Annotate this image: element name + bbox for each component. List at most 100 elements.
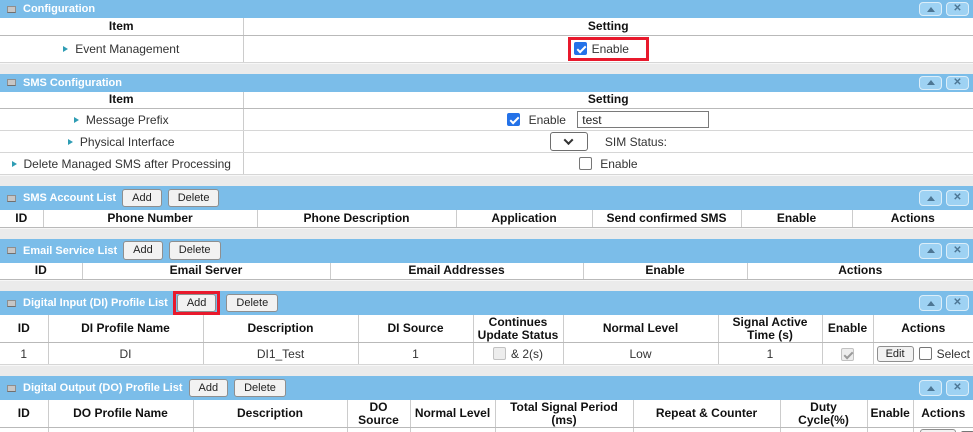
collapse-button[interactable] — [919, 76, 942, 90]
di-normal-level: Low — [563, 343, 718, 365]
table-row: Event Management Enable — [0, 35, 973, 62]
column-header: ID — [0, 400, 48, 428]
configuration-header: Configuration ✕ — [0, 0, 973, 18]
di-continues-update-checkbox — [493, 347, 506, 360]
column-header: Duty Cycle(%) — [780, 400, 867, 428]
message-prefix-label: Message Prefix — [86, 113, 169, 127]
column-header: Total Signal Period (ms) — [495, 400, 633, 428]
chevron-down-icon — [564, 135, 574, 145]
column-header: Phone Number — [43, 210, 257, 227]
message-prefix-input[interactable] — [577, 111, 709, 128]
email-service-delete-button[interactable]: Delete — [169, 241, 221, 259]
column-header-setting: Setting — [243, 18, 973, 35]
highlight-box-add: Add — [173, 291, 221, 315]
di-description: DI1_Test — [203, 343, 358, 365]
table-row: 1 FAN FANONOFF 1 Low 10000 & 0 100 — [0, 428, 973, 432]
header-controls: ✕ — [919, 76, 969, 90]
column-header: ID — [0, 263, 82, 280]
sms-account-add-button[interactable]: Add — [122, 189, 162, 207]
column-header: Phone Description — [257, 210, 456, 227]
collapse-button[interactable] — [919, 2, 942, 16]
column-header: ID — [0, 315, 48, 343]
physical-interface-label: Physical Interface — [80, 135, 175, 149]
do-profile-delete-button[interactable]: Delete — [234, 379, 286, 397]
column-header: Signal Active Time (s) — [718, 315, 822, 343]
column-header: Continues Update Status — [473, 315, 563, 343]
column-header: Enable — [741, 210, 852, 227]
do-description: FANONOFF — [193, 428, 347, 432]
section-sms-account-list: SMS Account List Add Delete ✕ ID Phone N… — [0, 186, 973, 228]
column-header: DO Source — [347, 400, 410, 428]
collapse-button[interactable] — [919, 295, 942, 311]
physical-interface-select[interactable] — [550, 132, 588, 151]
di-select-label: Select — [937, 347, 970, 361]
delete-managed-sms-enable-checkbox[interactable] — [579, 157, 592, 170]
header-controls: ✕ — [919, 380, 969, 396]
di-profile-add-button[interactable]: Add — [177, 294, 217, 312]
di-profile-list-title: Digital Input (DI) Profile List — [23, 297, 168, 309]
item-arrow-icon — [63, 46, 68, 52]
di-select-checkbox[interactable] — [919, 347, 932, 360]
close-button[interactable]: ✕ — [946, 380, 969, 396]
di-edit-button[interactable]: Edit — [877, 346, 914, 362]
sms-account-list-title: SMS Account List — [23, 192, 116, 204]
close-button[interactable]: ✕ — [946, 190, 969, 206]
item-arrow-icon — [74, 117, 79, 123]
section-divider — [0, 228, 973, 239]
email-service-add-button[interactable]: Add — [123, 241, 163, 259]
close-button[interactable]: ✕ — [946, 243, 969, 259]
do-source: 1 — [347, 428, 410, 432]
collapse-icon — [927, 386, 935, 391]
di-profile-delete-button[interactable]: Delete — [226, 294, 278, 312]
do-profile-list-header: Digital Output (DO) Profile List Add Del… — [0, 376, 973, 400]
event-handling-page: Configuration ✕ Item Setting Event Manag… — [0, 0, 973, 432]
section-divider — [0, 365, 973, 376]
column-header: Actions — [913, 400, 973, 428]
column-header: Repeat & Counter — [633, 400, 780, 428]
collapse-button[interactable] — [919, 243, 942, 259]
item-arrow-icon — [68, 139, 73, 145]
table-row: 1 DI DI1_Test 1 & 2(s) Low 1 — [0, 343, 973, 365]
collapse-button[interactable] — [919, 190, 942, 206]
close-button[interactable]: ✕ — [946, 295, 969, 311]
column-header-item: Item — [0, 92, 243, 109]
header-controls: ✕ — [919, 190, 969, 206]
column-header: Normal Level — [410, 400, 495, 428]
di-enable-checkbox — [841, 348, 854, 361]
close-button[interactable]: ✕ — [946, 76, 969, 90]
column-header: Application — [456, 210, 592, 227]
close-icon: ✕ — [953, 383, 961, 393]
header-controls: ✕ — [919, 2, 969, 16]
column-header: DO Profile Name — [48, 400, 193, 428]
message-prefix-enable-checkbox[interactable] — [507, 113, 520, 126]
column-header: Actions — [747, 263, 973, 280]
email-service-list-header: Email Service List Add Delete ✕ — [0, 239, 973, 263]
header-controls: ✕ — [919, 243, 969, 259]
do-profile-add-button[interactable]: Add — [189, 379, 229, 397]
column-header: Description — [193, 400, 347, 428]
section-divider — [0, 175, 973, 186]
section-sms-configuration: SMS Configuration ✕ Item Setting Message… — [0, 74, 973, 176]
column-header: Description — [203, 315, 358, 343]
column-header: ID — [0, 210, 43, 227]
section-di-profile-list: Digital Input (DI) Profile List Add Dele… — [0, 291, 973, 365]
configuration-table: Item Setting Event Management Enable — [0, 18, 973, 63]
event-management-enable-checkbox[interactable] — [574, 42, 587, 55]
di-profile-name: DI — [48, 343, 203, 365]
column-header: Actions — [852, 210, 973, 227]
item-arrow-icon — [12, 161, 17, 167]
highlight-box-enable: Enable — [568, 37, 649, 61]
table-row: Delete Managed SMS after Processing Enab… — [0, 153, 973, 175]
sms-account-delete-button[interactable]: Delete — [168, 189, 220, 207]
di-id: 1 — [0, 343, 48, 365]
di-signal-active-time: 1 — [718, 343, 822, 365]
close-button[interactable]: ✕ — [946, 2, 969, 16]
header-controls: ✕ — [919, 295, 969, 311]
collapse-icon — [927, 80, 935, 85]
enable-label: Enable — [529, 113, 566, 127]
sms-account-list-header: SMS Account List Add Delete ✕ — [0, 186, 973, 210]
section-configuration: Configuration ✕ Item Setting Event Manag… — [0, 0, 973, 63]
collapse-icon — [927, 248, 935, 253]
collapse-button[interactable] — [919, 380, 942, 396]
configuration-title: Configuration — [23, 3, 95, 15]
